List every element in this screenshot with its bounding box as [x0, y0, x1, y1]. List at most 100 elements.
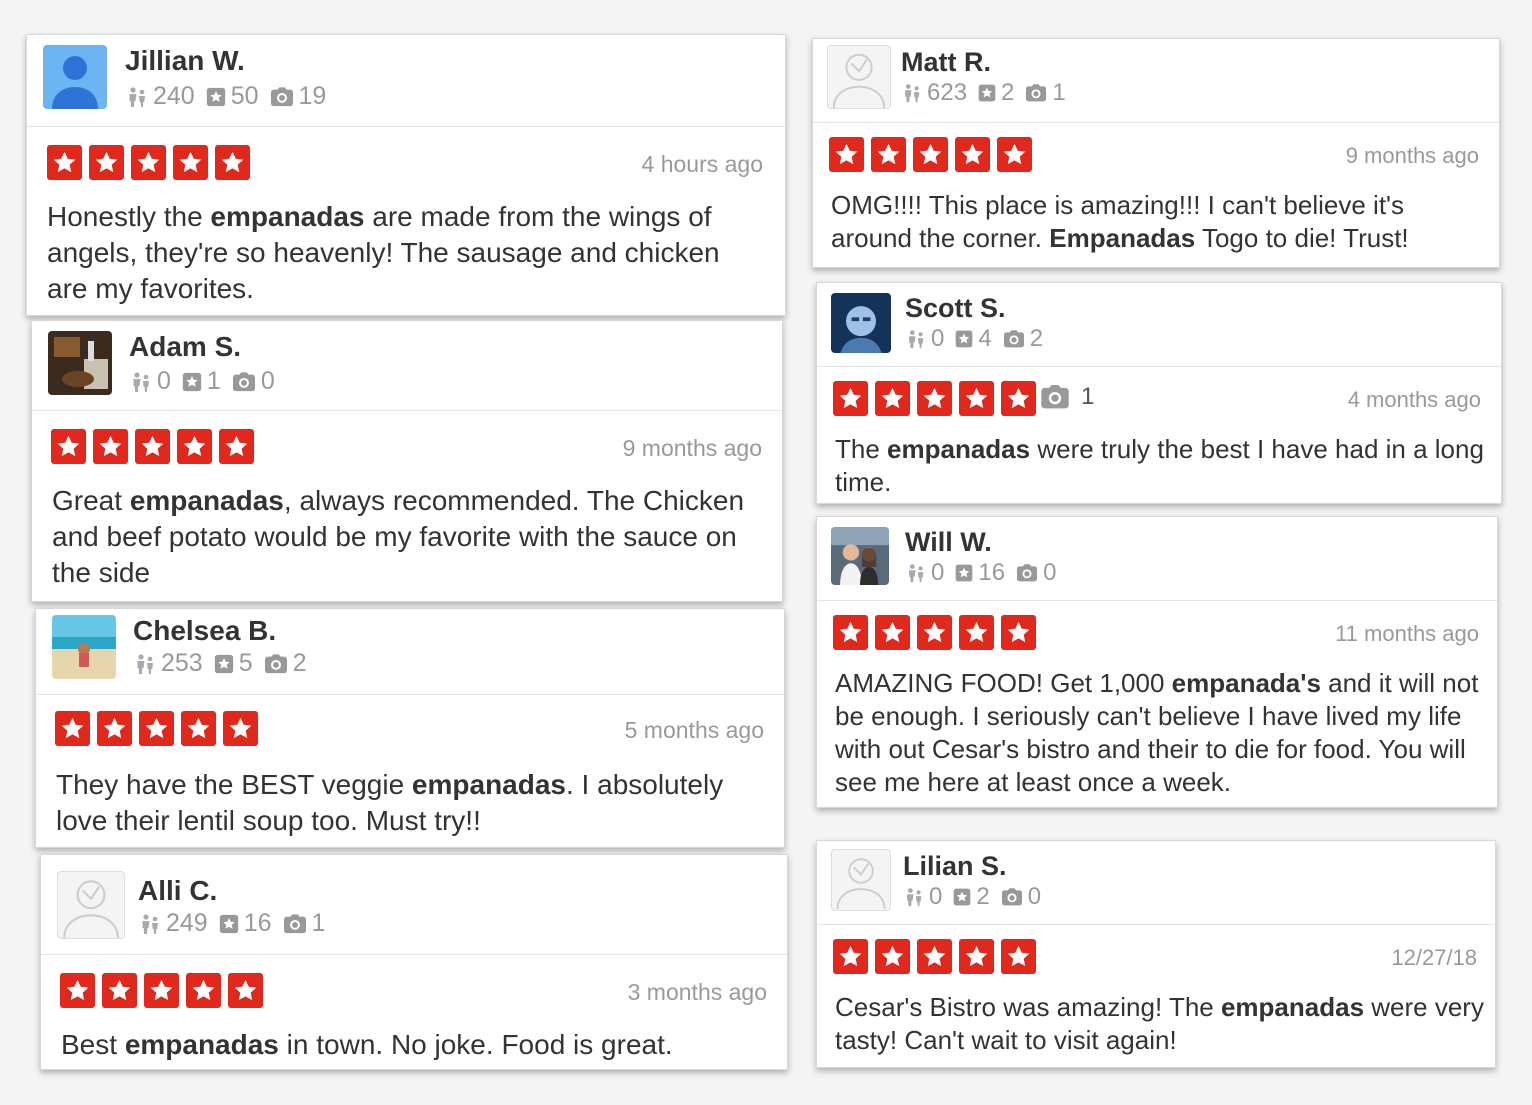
star-icon [131, 145, 166, 180]
photos-count: 1 [282, 909, 325, 938]
default-gray-person-icon[interactable] [827, 45, 891, 109]
star-icon [139, 711, 174, 746]
photos-count: 19 [269, 82, 326, 111]
star-icon [215, 145, 250, 180]
reviewer-name[interactable]: Will W. [905, 527, 992, 558]
review-time: 5 months ago [624, 717, 764, 743]
reviewer-header[interactable]: Scott S. 0 4 2 [817, 283, 1501, 367]
star-icon [833, 381, 868, 416]
review-text: Honestly the empanadas are made from the… [47, 201, 720, 304]
star-rating [833, 615, 1043, 650]
reviews-count: 4 [954, 325, 992, 353]
camera-icon [1000, 887, 1024, 907]
friends-icon [129, 370, 153, 394]
reviews-count: 2 [977, 79, 1014, 107]
review-photo-count[interactable]: 1 [1039, 383, 1094, 411]
star-icon [219, 429, 254, 464]
reviewer-name[interactable]: Scott S. [905, 293, 1006, 324]
review-star-icon [181, 371, 203, 393]
reviewer-stats: 0 2 0 [903, 883, 1051, 911]
friends-icon [138, 912, 162, 936]
camera-icon [263, 653, 289, 675]
star-icon [177, 429, 212, 464]
review-text: The empanadas were truly the best I have… [835, 434, 1484, 497]
friends-icon [133, 652, 157, 676]
review-text: They have the BEST veggie empanadas. I a… [56, 769, 724, 836]
reviewer-stats: 623 2 1 [901, 79, 1076, 107]
review-text: Best empanadas in town. No joke. Food is… [61, 1029, 673, 1060]
star-icon [997, 137, 1032, 172]
reviewer-header[interactable]: Lilian S. 0 2 0 [817, 841, 1495, 925]
photos-count: 0 [1000, 883, 1041, 911]
beach-photo-avatar[interactable] [52, 615, 116, 679]
star-icon [93, 429, 128, 464]
photos-count: 0 [231, 367, 275, 396]
friends-count: 0 [905, 325, 944, 353]
star-rating [60, 973, 270, 1008]
friends-icon [905, 328, 927, 350]
reviews-count: 50 [205, 82, 259, 111]
star-icon [1001, 615, 1036, 650]
star-icon [833, 615, 868, 650]
star-icon [102, 973, 137, 1008]
review-star-icon [954, 329, 974, 349]
reviewer-header[interactable]: Jillian W. 240 50 19 [27, 35, 785, 127]
star-icon [186, 973, 221, 1008]
review-card: Alli C. 249 16 1 3 months ago Best empan… [40, 854, 788, 1070]
default-gray-person-icon[interactable] [57, 871, 125, 939]
reviewer-header[interactable]: Adam S. 0 1 0 [32, 321, 782, 411]
friends-icon [903, 886, 925, 908]
photos-count: 1 [1024, 79, 1066, 107]
camera-icon [269, 86, 295, 108]
reviews-count: 16 [954, 559, 1005, 587]
default-gray-person-icon[interactable] [831, 849, 891, 911]
camera-icon [1039, 383, 1071, 411]
star-icon [60, 973, 95, 1008]
reviewer-name[interactable]: Jillian W. [125, 45, 245, 77]
reviewer-header[interactable]: Matt R. 623 2 1 [813, 39, 1499, 123]
reviewer-header[interactable]: Will W. 0 16 0 [817, 517, 1497, 601]
star-icon [47, 145, 82, 180]
photos-count: 0 [1015, 559, 1056, 587]
review-card: Jillian W. 240 50 19 4 hours ago Honestl… [26, 34, 786, 316]
couple-photo-avatar[interactable] [831, 527, 889, 585]
star-icon [875, 615, 910, 650]
review-star-icon [952, 887, 972, 907]
review-time: 11 months ago [1335, 621, 1479, 646]
reviewer-name[interactable]: Alli C. [138, 875, 217, 907]
reviews-count: 16 [218, 909, 272, 938]
star-icon [875, 939, 910, 974]
star-icon [959, 939, 994, 974]
reviewer-name[interactable]: Lilian S. [903, 851, 1007, 882]
reviewer-stats: 0 4 2 [905, 325, 1053, 353]
reviews-count: 5 [213, 649, 253, 678]
reviewer-name[interactable]: Adam S. [129, 331, 241, 363]
star-icon [917, 939, 952, 974]
reviewer-name[interactable]: Chelsea B. [133, 615, 276, 647]
review-time: 4 hours ago [641, 151, 763, 177]
robot-photo-avatar[interactable] [831, 293, 891, 353]
review-card: Adam S. 0 1 0 9 months ago Great empanad… [31, 320, 783, 602]
review-card: Chelsea B. 253 5 2 5 months ago They hav… [35, 608, 785, 848]
review-star-icon [205, 86, 227, 108]
reviewer-header[interactable]: Alli C. 249 16 1 [41, 855, 787, 955]
review-time: 4 months ago [1347, 387, 1481, 412]
star-icon [181, 711, 216, 746]
review-time: 9 months ago [622, 435, 762, 461]
review-card: Will W. 0 16 0 11 months ago AMAZING FOO… [816, 516, 1498, 808]
star-rating [47, 145, 257, 180]
friends-count: 623 [901, 79, 967, 107]
default-blue-person-icon[interactable] [43, 45, 107, 109]
star-icon [173, 145, 208, 180]
star-icon [228, 973, 263, 1008]
camera-icon [231, 371, 257, 393]
reviewer-name[interactable]: Matt R. [901, 47, 991, 78]
star-icon [917, 615, 952, 650]
photo-avatar[interactable] [48, 331, 112, 395]
reviewer-header[interactable]: Chelsea B. 253 5 2 [36, 609, 784, 695]
star-rating [833, 939, 1043, 974]
star-icon [89, 145, 124, 180]
review-star-icon [954, 563, 974, 583]
star-rating [833, 381, 1043, 416]
camera-icon [1002, 329, 1026, 349]
